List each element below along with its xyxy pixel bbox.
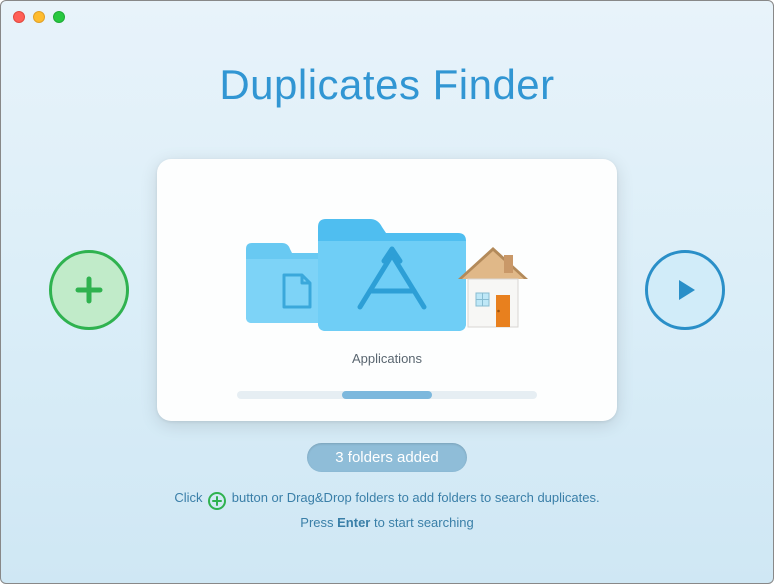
add-folder-button[interactable] <box>49 250 129 330</box>
play-icon <box>670 275 700 305</box>
folders-card[interactable]: Applications <box>157 159 617 421</box>
minimize-window-button[interactable] <box>33 11 45 23</box>
start-search-button[interactable] <box>645 250 725 330</box>
maximize-window-button[interactable] <box>53 11 65 23</box>
applications-folder-icon[interactable] <box>312 209 472 337</box>
app-title: Duplicates Finder <box>219 61 554 109</box>
hint-text: Press <box>300 515 337 530</box>
selected-folder-label: Applications <box>352 351 422 366</box>
status-badge: 3 folders added <box>307 443 466 472</box>
hint-text: button or Drag&Drop folders to add folde… <box>232 490 600 505</box>
carousel-scrollbar[interactable] <box>237 391 537 399</box>
home-folder-icon[interactable] <box>454 243 532 333</box>
plus-icon <box>72 273 106 307</box>
hint-line-1: Click button or Drag&Drop folders to add… <box>174 486 599 511</box>
folders-carousel[interactable] <box>242 207 532 337</box>
hint-line-2: Press Enter to start searching <box>174 511 599 536</box>
app-window: Duplicates Finder <box>0 0 774 584</box>
titlebar <box>1 1 773 33</box>
inline-plus-icon <box>208 492 226 510</box>
hint-text: to start searching <box>370 515 473 530</box>
hint-key: Enter <box>337 515 370 530</box>
main-content: Duplicates Finder <box>1 33 773 583</box>
close-window-button[interactable] <box>13 11 25 23</box>
hint-text: Click <box>174 490 206 505</box>
scrollbar-thumb[interactable] <box>342 391 432 399</box>
instructions: Click button or Drag&Drop folders to add… <box>174 486 599 535</box>
middle-row: Applications <box>1 159 773 421</box>
